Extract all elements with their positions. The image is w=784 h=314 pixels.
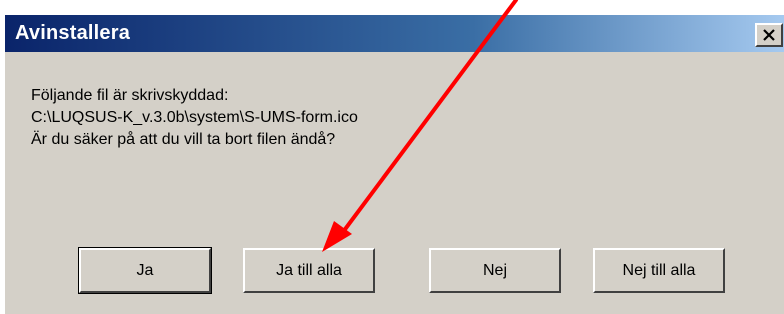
dialog-message: Följande fil är skrivskyddad: C:\LUQSUS-… [31,85,358,151]
yes-button[interactable]: Ja [78,247,212,294]
dialog-titlebar[interactable]: Avinstallera [5,15,784,52]
yes-to-all-button[interactable]: Ja till alla [243,248,375,293]
close-button[interactable] [755,23,783,47]
no-to-all-button[interactable]: Nej till alla [593,248,725,293]
uninstall-dialog: Avinstallera Följande fil är skrivskydda… [4,14,784,314]
message-line-question: Är du säker på att du vill ta bort filen… [31,131,336,148]
close-icon [763,29,775,41]
dialog-title: Avinstallera [15,22,131,44]
message-line-filepath: C:\LUQSUS-K_v.3.0b\system\S-UMS-form.ico [31,109,358,126]
message-line-readonly: Följande fil är skrivskyddad: [31,87,229,104]
no-button[interactable]: Nej [429,248,561,293]
